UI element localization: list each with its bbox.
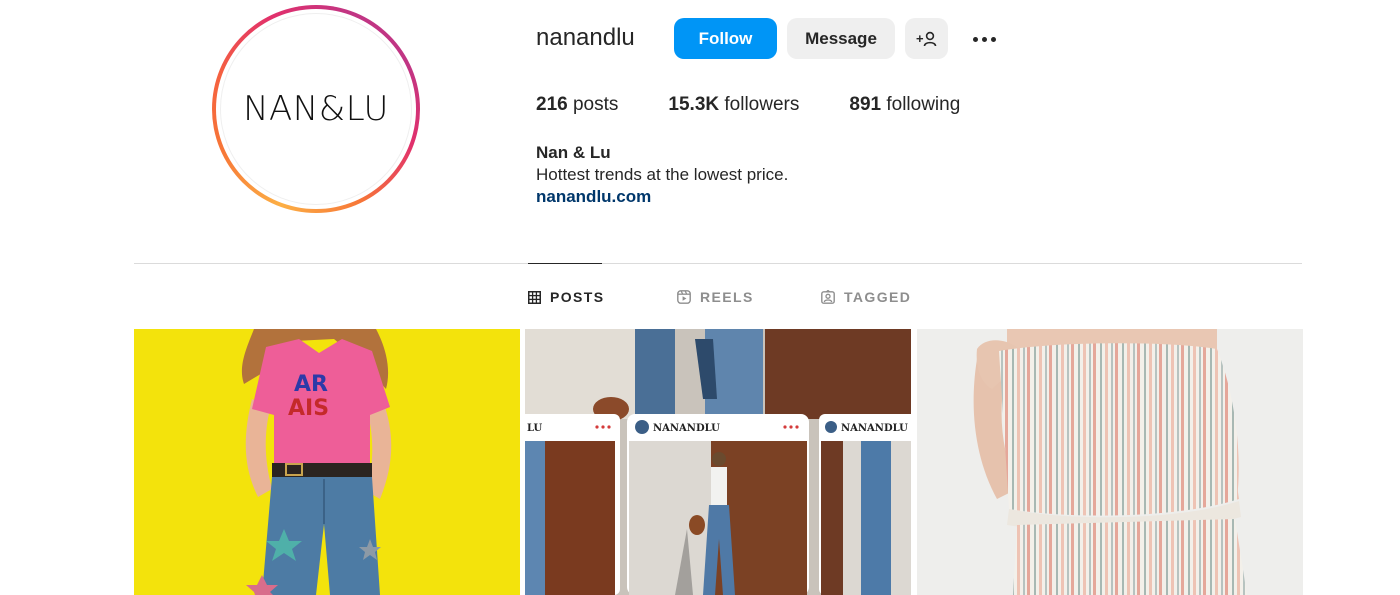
tab-reels-label: REELS: [700, 289, 754, 305]
bio-text: Hottest trends at the lowest price.: [536, 165, 789, 184]
tab-tagged[interactable]: TAGGED: [821, 289, 911, 305]
avatar-gap: NAN&LU: [216, 9, 416, 209]
more-options-button[interactable]: [964, 24, 1004, 54]
post-thumbnail[interactable]: [917, 329, 1303, 595]
bio-name: Nan & Lu: [536, 143, 611, 162]
dot-icon: [981, 36, 987, 42]
reels-icon: [677, 290, 691, 304]
posts-stat: 216 posts: [536, 94, 618, 116]
tagged-icon: [821, 290, 835, 304]
tee-graphic: AR: [294, 372, 328, 397]
suggest-user-button[interactable]: +: [905, 18, 948, 59]
active-tab-indicator: [528, 263, 602, 264]
add-plus: +: [916, 31, 924, 46]
message-button[interactable]: Message: [787, 18, 895, 59]
profile-bio: Nan & Lu Hottest trends at the lowest pr…: [536, 142, 788, 208]
posts-count: 216: [536, 94, 568, 115]
avatar[interactable]: NAN&LU: [220, 13, 412, 205]
post-image: LU NANANDLU NANANDLU: [525, 329, 911, 595]
followers-stat[interactable]: 15.3K followers: [668, 94, 799, 116]
post-handle: NANANDLU: [653, 423, 720, 434]
add-person-icon: +: [916, 31, 936, 46]
tab-tagged-label: TAGGED: [844, 289, 912, 305]
following-count: 891: [849, 94, 882, 115]
tabs-divider: [134, 263, 1302, 264]
followers-count: 15.3K: [668, 94, 720, 115]
grid-icon: [528, 290, 541, 304]
followers-label: followers: [724, 94, 800, 115]
tab-reels[interactable]: REELS: [677, 289, 754, 305]
post-handle: LU: [527, 423, 542, 434]
profile-avatar-ring[interactable]: NAN&LU: [212, 5, 420, 213]
post-thumbnail[interactable]: AR AIS: [134, 329, 520, 595]
following-stat[interactable]: 891 following: [849, 94, 960, 116]
post-handle: NANANDLU: [841, 423, 908, 434]
post-image: [917, 329, 1303, 595]
bio-link[interactable]: nanandlu.com: [536, 187, 651, 206]
avatar-logo-text: NAN&LU: [243, 89, 389, 129]
svg-text:AIS: AIS: [288, 396, 329, 421]
dot-icon: [990, 36, 996, 42]
post-image: AR AIS: [134, 329, 520, 595]
tab-posts-label: POSTS: [550, 289, 605, 305]
dot-icon: [972, 36, 978, 42]
follow-button[interactable]: Follow: [674, 18, 777, 59]
profile-username: nanandlu: [536, 24, 635, 51]
following-label: following: [886, 94, 961, 115]
tab-posts[interactable]: POSTS: [528, 289, 604, 305]
posts-label: posts: [572, 94, 619, 115]
profile-stats: 216 posts 15.3K followers 891 following: [536, 94, 1010, 116]
post-thumbnail[interactable]: LU NANANDLU NANANDLU: [525, 329, 911, 595]
